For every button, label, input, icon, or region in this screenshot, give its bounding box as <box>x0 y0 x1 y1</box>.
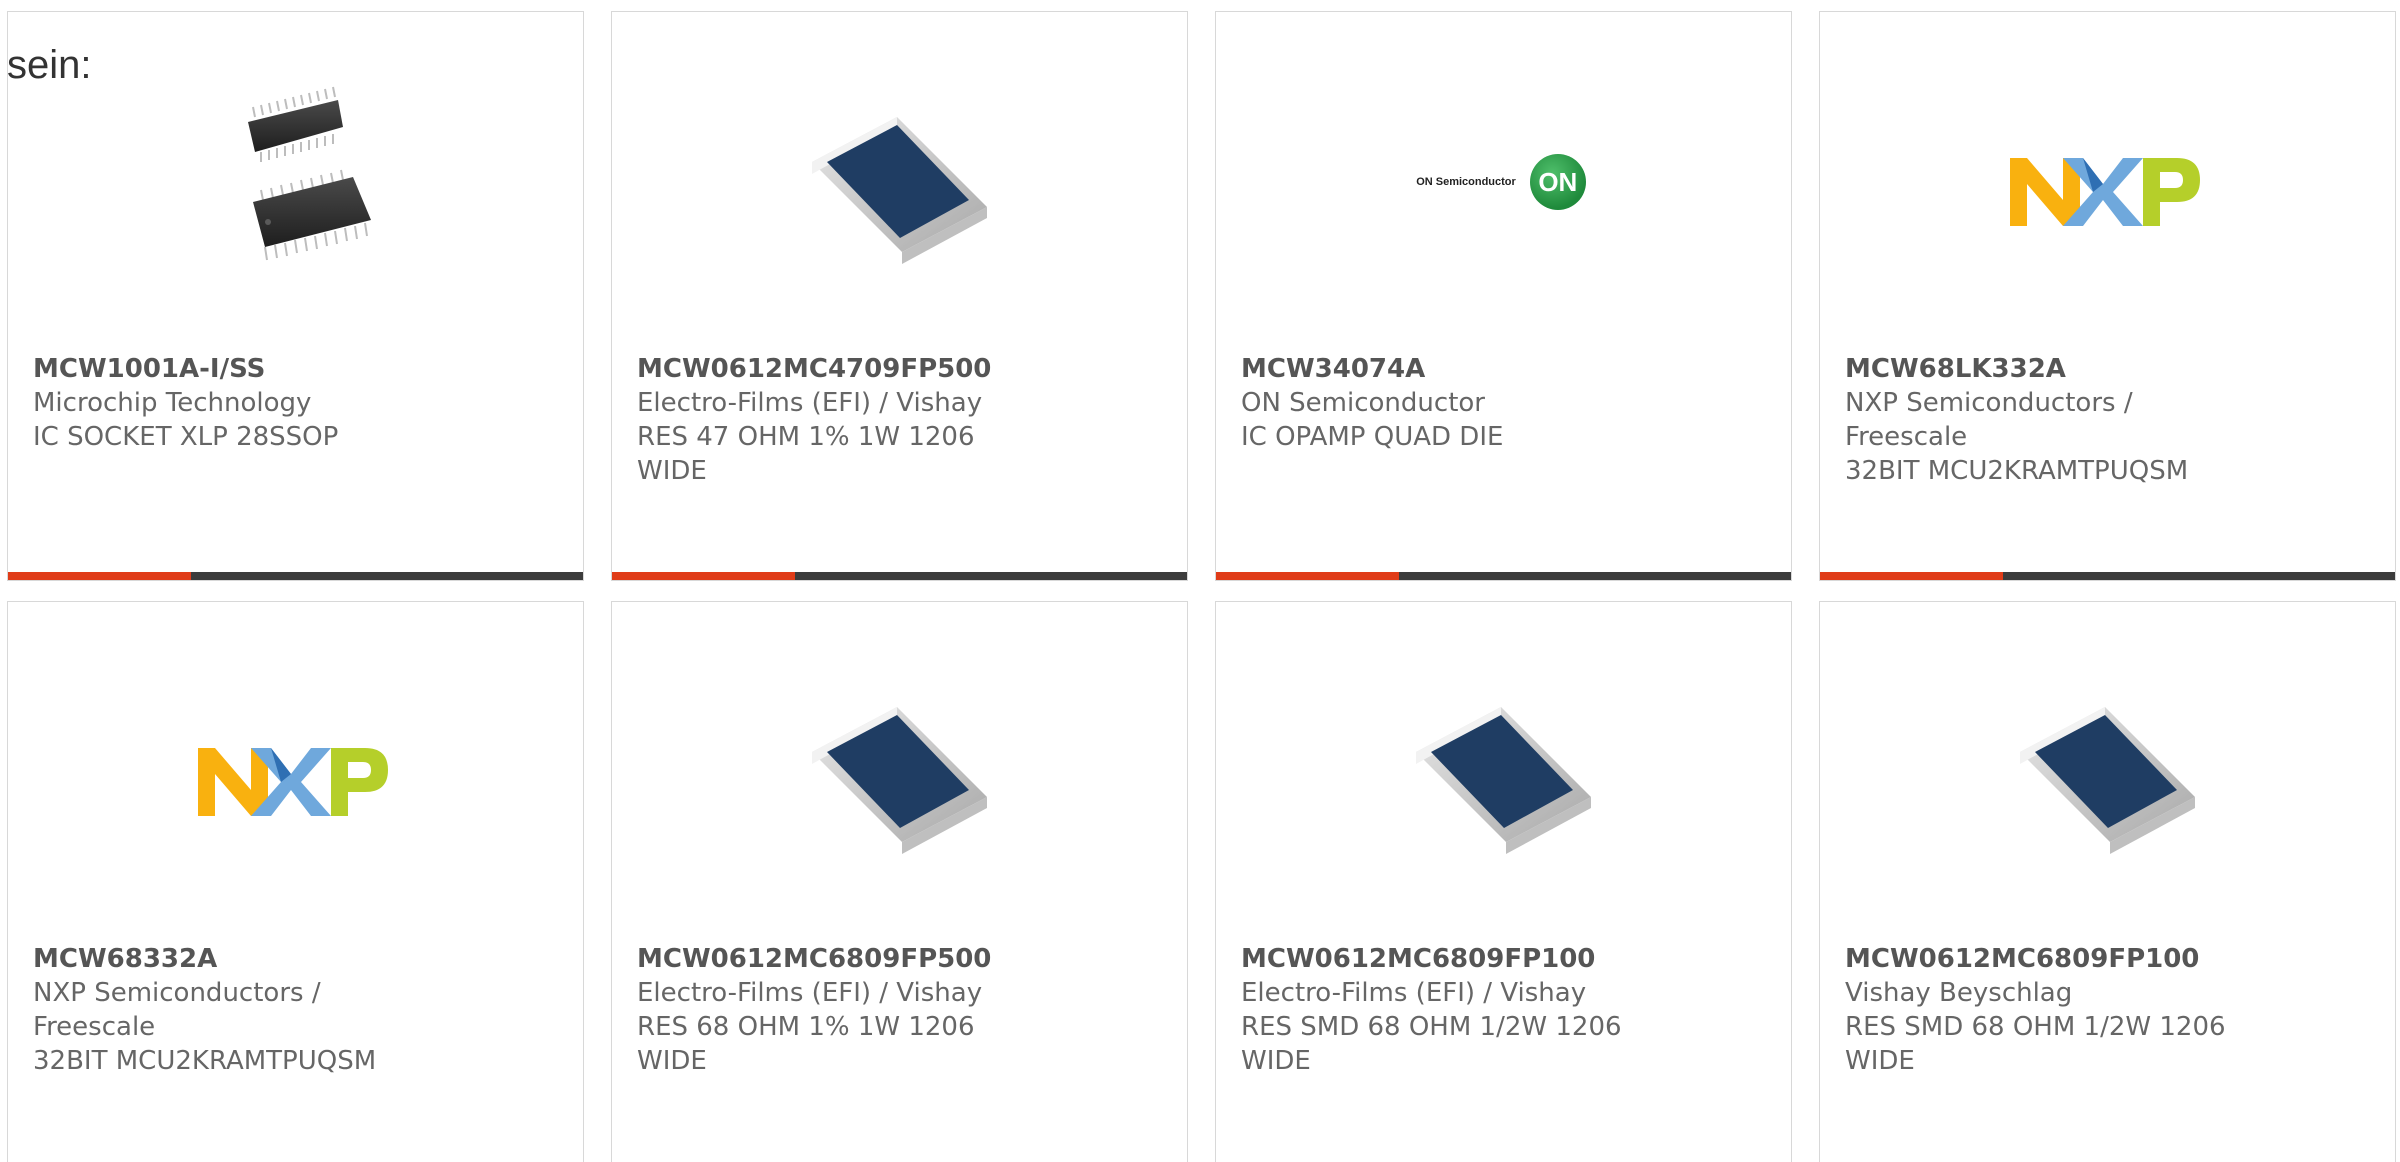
part-number[interactable]: MCW0612MC6809FP500 <box>637 942 1162 976</box>
product-grid-page: sein: MCW1001A-I/SS Microchip Technology… <box>0 0 2400 1162</box>
manufacturer: Electro-Films (EFI) / Vishay <box>637 978 983 1008</box>
product-card[interactable]: MCW0612MC6809FP100 Electro-Films (EFI) /… <box>1215 601 1792 1162</box>
ic-chip-image[interactable] <box>193 82 393 282</box>
product-card[interactable]: MCW0612MC6809FP500 Electro-Films (EFI) /… <box>611 601 1188 1162</box>
manufacturer: Electro-Films (EFI) / Vishay <box>1241 978 1587 1008</box>
product-card[interactable]: MCW68LK332A NXP Semiconductors / Freesca… <box>1819 11 2396 581</box>
manufacturer: NXP Semiconductors / Freescale <box>33 978 321 1042</box>
on-logo-mark: ON <box>1529 154 1586 210</box>
description: RES SMD 68 OHM 1/2W 1206 WIDE <box>1845 1012 2226 1076</box>
product-info: MCW68LK332A NXP Semiconductors / Freesca… <box>1845 352 2370 488</box>
resistor-image[interactable] <box>797 672 997 872</box>
resistor-image[interactable] <box>1401 672 1601 872</box>
description: RES 68 OHM 1% 1W 1206 WIDE <box>637 1012 975 1076</box>
card-bottom-bar <box>1216 572 1791 580</box>
product-info: MCW0612MC6809FP100 Vishay Beyschlag RES … <box>1845 942 2370 1078</box>
part-number[interactable]: MCW68332A <box>33 942 558 976</box>
description: IC OPAMP QUAD DIE <box>1241 422 1504 452</box>
product-card[interactable]: MCW68332A NXP Semiconductors / Freescale… <box>7 601 584 1162</box>
product-info: MCW0612MC6809FP100 Electro-Films (EFI) /… <box>1241 942 1766 1078</box>
on-logo: ON Semiconductor ON <box>1416 154 1586 210</box>
card-bottom-bar <box>1820 572 2395 580</box>
nxp-logo[interactable] <box>2005 82 2205 282</box>
card-accent-bar <box>8 572 191 580</box>
card-accent-bar <box>1820 572 2003 580</box>
description: 32BIT MCU2KRAMTPUQSM <box>33 1046 377 1076</box>
manufacturer: Microchip Technology <box>33 388 312 418</box>
card-bottom-bar <box>8 572 583 580</box>
part-number[interactable]: MCW0612MC6809FP100 <box>1241 942 1766 976</box>
on-semiconductor-logo[interactable]: ON Semiconductor ON <box>1401 82 1601 282</box>
product-card[interactable]: MCW0612MC4709FP500 Electro-Films (EFI) /… <box>611 11 1188 581</box>
intro-text: sein: <box>7 43 92 87</box>
product-info: MCW68332A NXP Semiconductors / Freescale… <box>33 942 558 1078</box>
product-card[interactable]: MCW0612MC6809FP100 Vishay Beyschlag RES … <box>1819 601 2396 1162</box>
product-card[interactable]: MCW1001A-I/SS Microchip Technology IC SO… <box>7 11 584 581</box>
description: IC SOCKET XLP 28SSOP <box>33 422 339 452</box>
part-number[interactable]: MCW1001A-I/SS <box>33 352 558 386</box>
part-number[interactable]: MCW0612MC4709FP500 <box>637 352 1162 386</box>
product-info: MCW0612MC4709FP500 Electro-Films (EFI) /… <box>637 352 1162 488</box>
part-number[interactable]: MCW68LK332A <box>1845 352 2370 386</box>
resistor-image[interactable] <box>2005 672 2205 872</box>
manufacturer: Electro-Films (EFI) / Vishay <box>637 388 983 418</box>
manufacturer: NXP Semiconductors / Freescale <box>1845 388 2133 452</box>
description: 32BIT MCU2KRAMTPUQSM <box>1845 456 2189 486</box>
product-info: MCW0612MC6809FP500 Electro-Films (EFI) /… <box>637 942 1162 1078</box>
description: RES SMD 68 OHM 1/2W 1206 WIDE <box>1241 1012 1622 1076</box>
product-info: MCW34074A ON Semiconductor IC OPAMP QUAD… <box>1241 352 1766 454</box>
description: RES 47 OHM 1% 1W 1206 WIDE <box>637 422 975 486</box>
part-number[interactable]: MCW34074A <box>1241 352 1766 386</box>
nxp-logo[interactable] <box>193 672 393 872</box>
product-info: MCW1001A-I/SS Microchip Technology IC SO… <box>33 352 558 454</box>
resistor-image[interactable] <box>797 82 997 282</box>
card-accent-bar <box>1216 572 1399 580</box>
card-accent-bar <box>612 572 795 580</box>
manufacturer: Vishay Beyschlag <box>1845 978 2073 1008</box>
card-bottom-bar <box>612 572 1187 580</box>
product-card[interactable]: ON Semiconductor ON MCW34074A ON Semicon… <box>1215 11 1792 581</box>
manufacturer: ON Semiconductor <box>1241 388 1485 418</box>
part-number[interactable]: MCW0612MC6809FP100 <box>1845 942 2370 976</box>
on-logo-text: ON Semiconductor <box>1416 176 1516 188</box>
